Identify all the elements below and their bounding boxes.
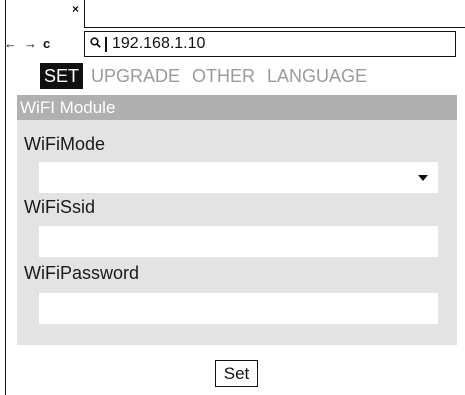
reload-icon[interactable]: c (43, 36, 50, 52)
wifi-password-label: WiFiPassword (24, 263, 140, 283)
wifi-ssid-label: WiFiSsid (24, 197, 95, 217)
url-text[interactable]: 192.168.1.10 (112, 35, 205, 53)
forward-arrow-icon[interactable]: → (24, 36, 37, 52)
panel-title: WiFI Module (17, 95, 457, 120)
nav-item-upgrade[interactable]: UPGRADE (87, 63, 184, 89)
nav-item-other[interactable]: OTHER (188, 63, 259, 89)
address-bar[interactable]: 192.168.1.10 (84, 31, 456, 57)
wifi-ssid-input[interactable] (39, 226, 438, 257)
nav-item-set[interactable]: SET (40, 63, 84, 89)
close-tab-icon[interactable]: × (72, 2, 79, 16)
main-nav: SET UPGRADE OTHER LANGUAGE (40, 63, 375, 89)
window-left-border (5, 28, 6, 395)
set-button[interactable]: Set (215, 360, 258, 387)
browser-tab[interactable]: × (5, 0, 85, 28)
chevron-down-icon (418, 174, 428, 181)
back-arrow-icon[interactable]: ← (4, 36, 17, 52)
nav-item-language[interactable]: LANGUAGE (263, 63, 371, 89)
wifi-mode-select[interactable] (39, 162, 438, 193)
wifi-mode-label: WiFiMode (24, 134, 106, 154)
wifi-module-panel: WiFI Module WiFiMode WiFiSsid WiFiPasswo… (17, 95, 457, 345)
tab-strip-divider (85, 27, 465, 28)
text-cursor (105, 36, 107, 52)
wifi-password-input[interactable] (39, 293, 438, 324)
search-icon (90, 37, 103, 51)
